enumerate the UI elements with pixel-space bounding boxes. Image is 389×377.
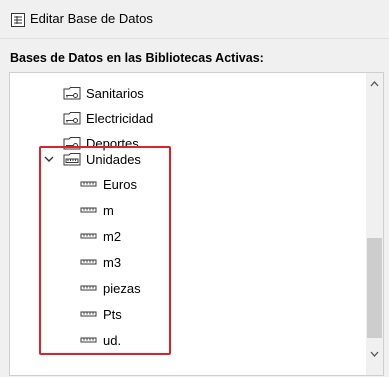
- tree-item-label: Electricidad: [86, 110, 154, 126]
- scroll-down-arrow-icon[interactable]: [369, 349, 380, 359]
- tree-item-sanitarios[interactable]: Sanitarios: [63, 83, 144, 103]
- highlight-box: [39, 146, 171, 355]
- section-label: Bases de Datos en las Bibliotecas Activa…: [10, 51, 264, 65]
- vertical-scrollbar[interactable]: [366, 73, 383, 375]
- tree-item-label: Sanitarios: [86, 85, 144, 101]
- scrollbar-thumb[interactable]: [367, 238, 382, 338]
- database-key-icon: [63, 87, 81, 100]
- scroll-up-arrow-icon[interactable]: [369, 79, 380, 89]
- database-window-icon: [11, 13, 25, 27]
- window-title: Editar Base de Datos: [30, 11, 153, 26]
- database-key-icon: [63, 112, 81, 125]
- tree-item-electricidad[interactable]: Electricidad: [63, 108, 153, 128]
- title-bar: Editar Base de Datos: [0, 0, 389, 39]
